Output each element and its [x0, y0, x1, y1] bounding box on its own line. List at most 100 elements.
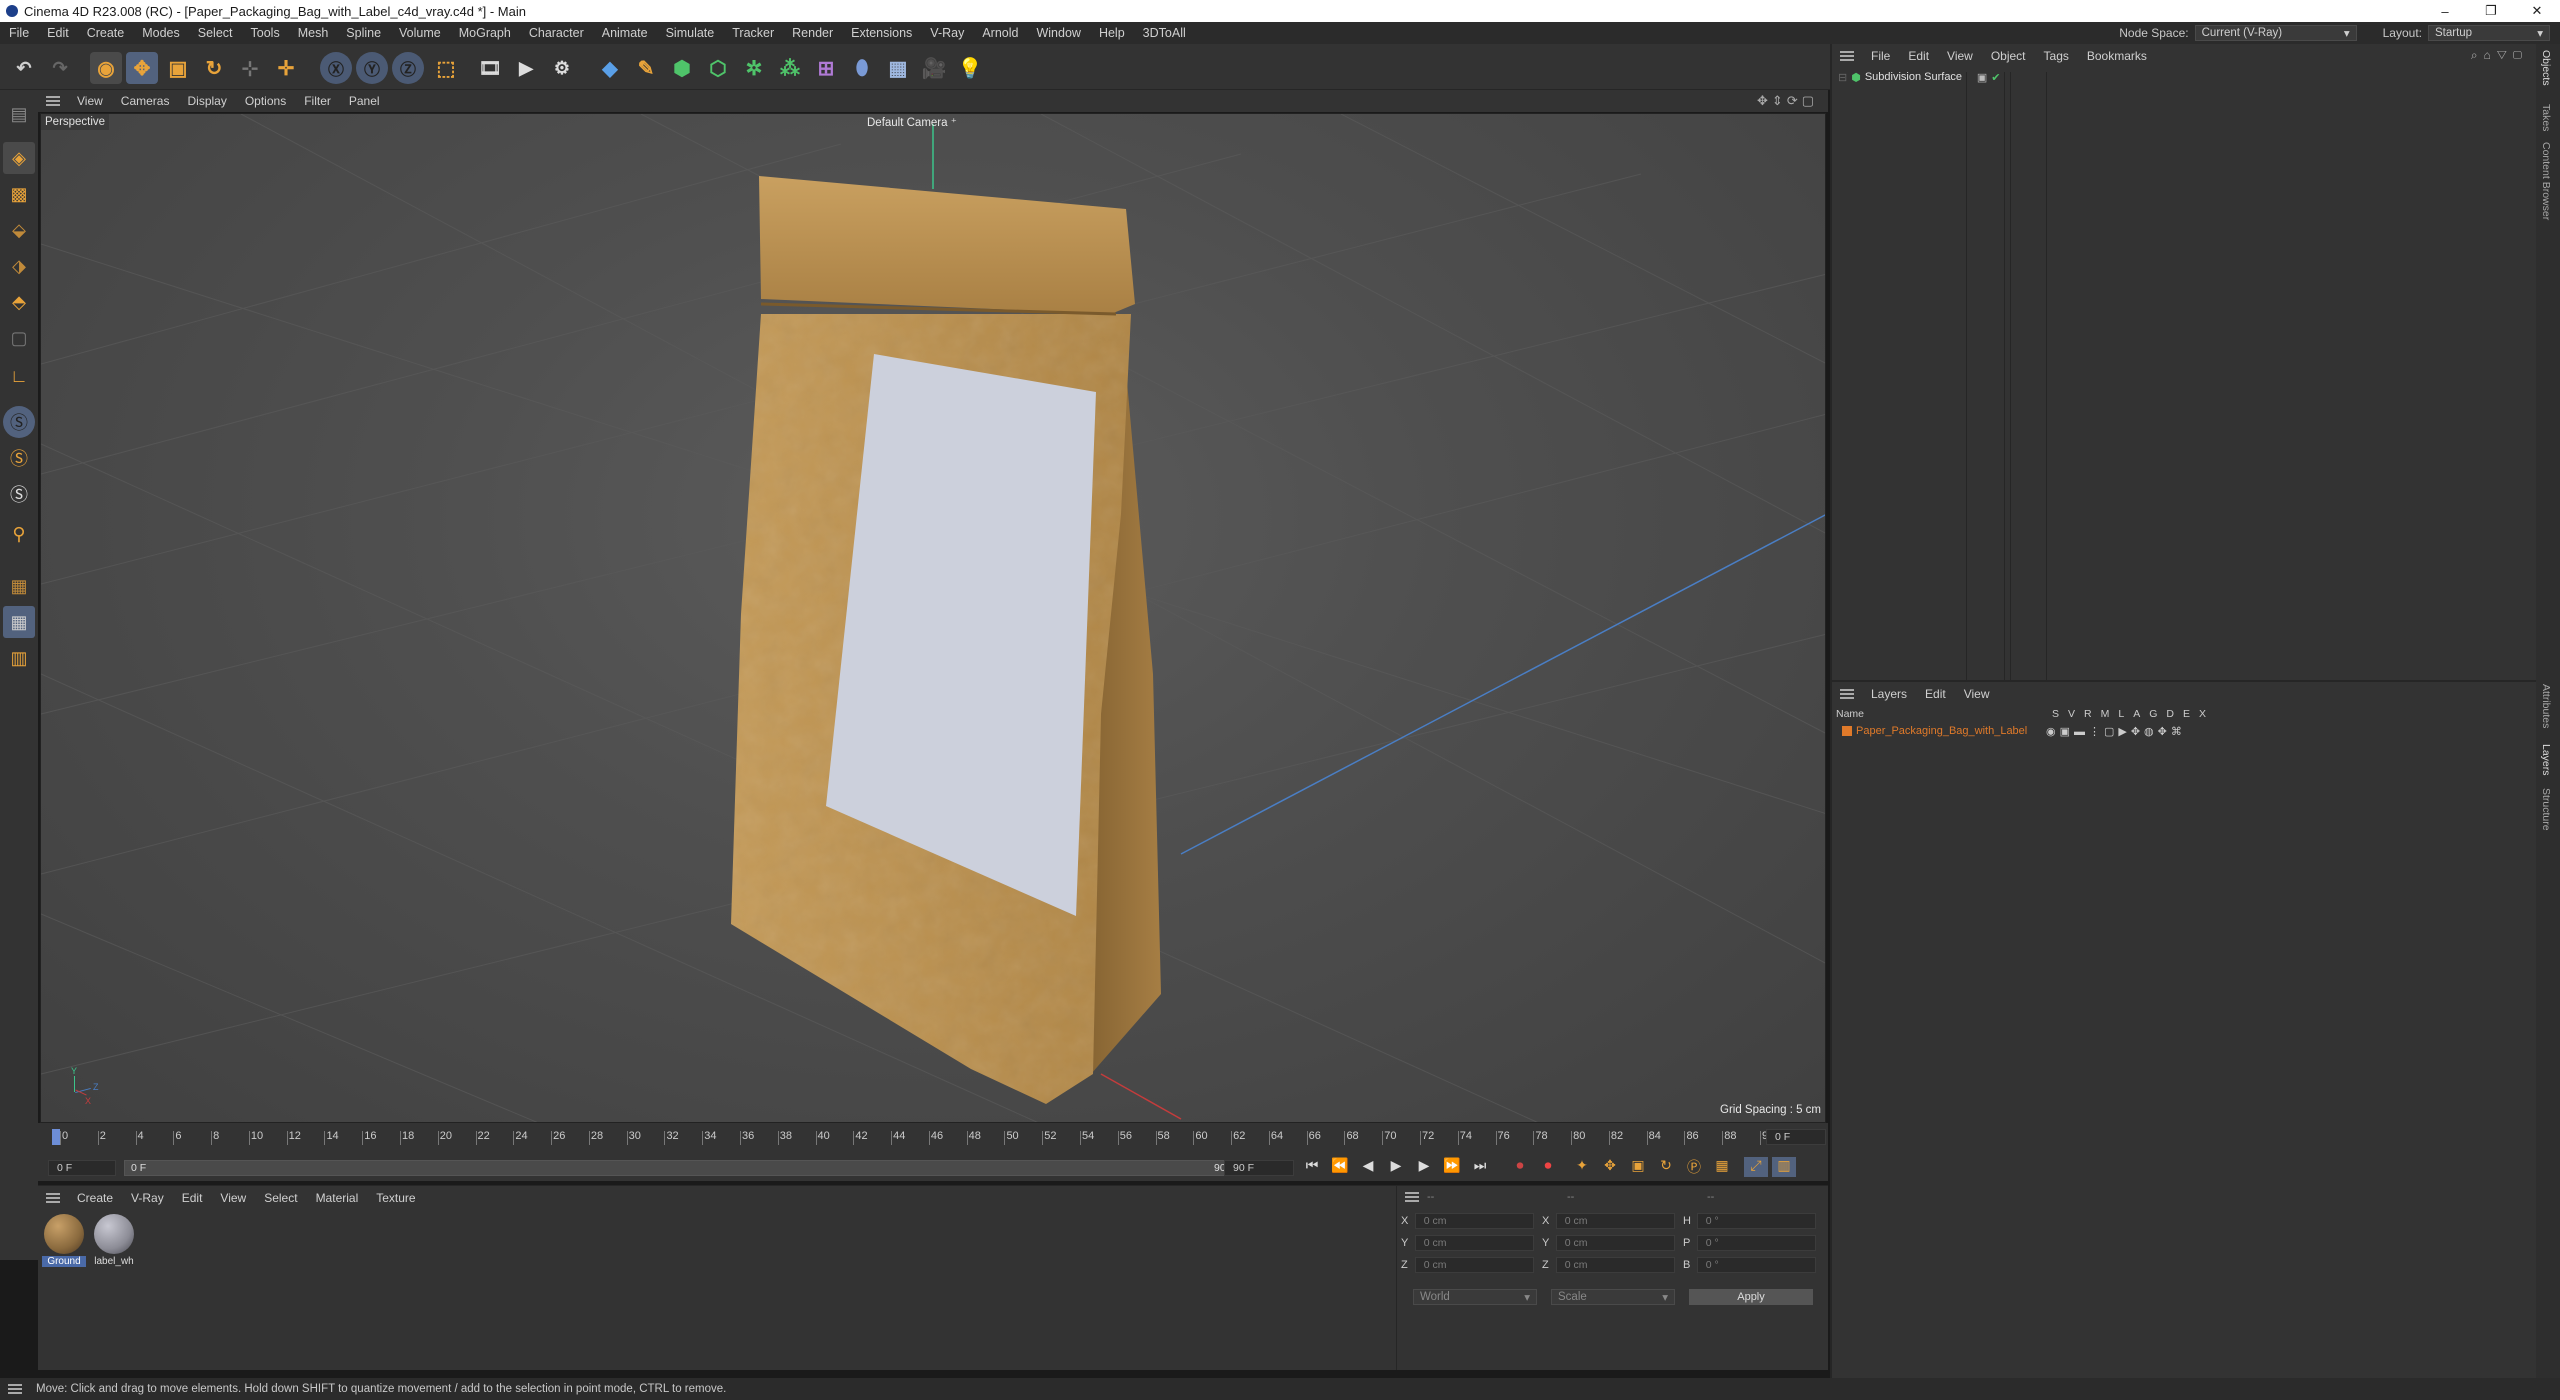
hamburger-icon[interactable]: [1840, 51, 1854, 61]
z-axis-icon[interactable]: Ⓩ: [392, 52, 424, 84]
hamburger-icon[interactable]: [1405, 1192, 1419, 1202]
side-tab-takes[interactable]: Takes: [2540, 104, 2552, 131]
prev-key-icon[interactable]: ⏪: [1328, 1157, 1352, 1177]
redo-icon[interactable]: ↷: [44, 52, 76, 84]
coord-pos-field[interactable]: 0 cm: [1414, 1257, 1534, 1273]
model-mode-icon[interactable]: ◈: [3, 142, 35, 174]
material-swatch-ground[interactable]: Ground: [42, 1214, 86, 1267]
menu-simulate[interactable]: Simulate: [657, 22, 724, 44]
cloner-icon[interactable]: ✲: [738, 52, 770, 84]
coord-rot-field[interactable]: 0 °: [1696, 1213, 1816, 1229]
layout-dropdown[interactable]: Startup ▾: [2428, 25, 2550, 41]
mat-menu-select[interactable]: Select: [255, 1191, 306, 1205]
solo-icon[interactable]: ▥: [3, 642, 35, 674]
quantize-icon[interactable]: Ⓢ: [3, 478, 35, 510]
y-axis-icon[interactable]: Ⓨ: [356, 52, 388, 84]
menu-mograph[interactable]: MoGraph: [450, 22, 520, 44]
goto-start-icon[interactable]: ⏮: [1300, 1157, 1324, 1177]
obj-menu-bookmarks[interactable]: Bookmarks: [2078, 49, 2156, 63]
layer-col-header[interactable]: L: [2118, 708, 2124, 720]
minimize-button[interactable]: –: [2422, 0, 2468, 22]
menu-modes[interactable]: Modes: [133, 22, 189, 44]
obj-menu-edit[interactable]: Edit: [1899, 49, 1938, 63]
side-tab-objects[interactable]: Objects: [2540, 50, 2552, 86]
apply-button[interactable]: Apply: [1689, 1289, 1813, 1305]
menu-3dtoall[interactable]: 3DToAll: [1134, 22, 1195, 44]
coord-size-field[interactable]: 0 cm: [1555, 1213, 1675, 1229]
viewport-menu-display[interactable]: Display: [178, 94, 235, 108]
mat-menu-texture[interactable]: Texture: [367, 1191, 424, 1205]
layer-menu-layers[interactable]: Layers: [1862, 687, 1916, 701]
subdivision-icon[interactable]: ⬢: [666, 52, 698, 84]
obj-menu-tags[interactable]: Tags: [2035, 49, 2078, 63]
obj-menu-file[interactable]: File: [1862, 49, 1899, 63]
viewport-menu-cameras[interactable]: Cameras: [112, 94, 179, 108]
layer-col-header[interactable]: V: [2068, 708, 2075, 720]
start-frame-field[interactable]: 0 F: [48, 1160, 116, 1176]
texture-mode-icon[interactable]: ▩: [3, 178, 35, 210]
node-space-dropdown[interactable]: Current (V-Ray) ▾: [2194, 25, 2357, 41]
coord-rot-field[interactable]: 0 °: [1696, 1235, 1816, 1251]
mat-menu-material[interactable]: Material: [307, 1191, 368, 1205]
key-scale-icon[interactable]: ▣: [1626, 1157, 1650, 1177]
coord-pos-field[interactable]: 0 cm: [1414, 1213, 1534, 1229]
extrude-icon[interactable]: ⬡: [702, 52, 734, 84]
menu-select[interactable]: Select: [189, 22, 242, 44]
viewport-menu-options[interactable]: Options: [236, 94, 295, 108]
hamburger-icon[interactable]: [1840, 689, 1854, 699]
hamburger-icon[interactable]: [46, 96, 60, 106]
layer-row[interactable]: Paper_Packaging_Bag_with_Label ◉▣▬⋮▢▶✥◍✥…: [1832, 722, 2536, 740]
menu-character[interactable]: Character: [520, 22, 593, 44]
viewport-menu-view[interactable]: View: [68, 94, 112, 108]
key-position-icon[interactable]: ✥: [1598, 1157, 1622, 1177]
coordinate-system-icon[interactable]: ⬚: [430, 52, 462, 84]
edges-mode-icon[interactable]: ⬗: [3, 250, 35, 282]
menu-render[interactable]: Render: [783, 22, 842, 44]
viewport-menu-filter[interactable]: Filter: [295, 94, 340, 108]
enabled-check-icon[interactable]: ✔: [1991, 71, 2000, 84]
snap-settings-icon[interactable]: Ⓢ: [3, 442, 35, 474]
current-frame-field[interactable]: 0 F: [1766, 1129, 1826, 1145]
close-button[interactable]: ✕: [2514, 0, 2560, 22]
motion-mode-icon[interactable]: ⤢: [1744, 1157, 1768, 1177]
coord-mode-dropdown[interactable]: World ▾: [1413, 1289, 1537, 1305]
next-key-icon[interactable]: ⏩: [1440, 1157, 1464, 1177]
keyframe-icon[interactable]: ✦: [1570, 1157, 1594, 1177]
snap-icon[interactable]: Ⓢ: [3, 406, 35, 438]
menu-edit[interactable]: Edit: [38, 22, 78, 44]
locked-grid-icon[interactable]: ▦: [3, 606, 35, 638]
add-tool-icon[interactable]: ✛: [270, 52, 302, 84]
grid-icon[interactable]: ▦: [3, 570, 35, 602]
menu-mesh[interactable]: Mesh: [289, 22, 338, 44]
mat-menu-view[interactable]: View: [211, 1191, 255, 1205]
viewport-menu-panel[interactable]: Panel: [340, 94, 389, 108]
coord-size-field[interactable]: 0 cm: [1555, 1257, 1675, 1273]
side-tab-structure[interactable]: Structure: [2540, 788, 2552, 831]
end-frame-field[interactable]: 90 F: [1224, 1160, 1294, 1176]
menu-volume[interactable]: Volume: [390, 22, 450, 44]
autokey-icon[interactable]: ⏺: [1536, 1157, 1560, 1177]
object-row[interactable]: ⊟ ⬢ Subdivision Surface ▣ ✔: [1832, 68, 2536, 86]
timeline-view-icon[interactable]: ▥: [1772, 1157, 1796, 1177]
render-view-icon[interactable]: ▶: [510, 52, 542, 84]
x-axis-icon[interactable]: Ⓧ: [320, 52, 352, 84]
obj-menu-view[interactable]: View: [1938, 49, 1982, 63]
floor-icon[interactable]: ▦: [882, 52, 914, 84]
frame-range-slider[interactable]: 0 F90 F: [124, 1160, 1242, 1176]
menu-spline[interactable]: Spline: [337, 22, 390, 44]
render-settings-icon[interactable]: ⚙: [546, 52, 578, 84]
hamburger-icon[interactable]: [46, 1193, 60, 1203]
coord-transform-dropdown[interactable]: Scale ▾: [1551, 1289, 1675, 1305]
layer-toggle-icons[interactable]: ◉▣▬⋮▢▶✥◍✥⌘: [2046, 725, 2186, 738]
key-rotation-icon[interactable]: ↻: [1654, 1157, 1678, 1177]
viewport-nav-icons[interactable]: ✥⇕⟳▢: [1757, 93, 1818, 109]
menu-vray[interactable]: V-Ray: [921, 22, 973, 44]
undo-icon[interactable]: ↶: [8, 52, 40, 84]
layer-color-swatch[interactable]: [1842, 726, 1852, 736]
layer-menu-view[interactable]: View: [1955, 687, 1999, 701]
layer-col-header[interactable]: R: [2084, 708, 2092, 720]
material-swatch-label[interactable]: label_wh: [92, 1214, 136, 1267]
search-icon[interactable]: ⌕⌂▽▢: [2471, 48, 2528, 63]
timeline-playhead[interactable]: [52, 1129, 60, 1145]
layer-col-header[interactable]: S: [2052, 708, 2059, 720]
